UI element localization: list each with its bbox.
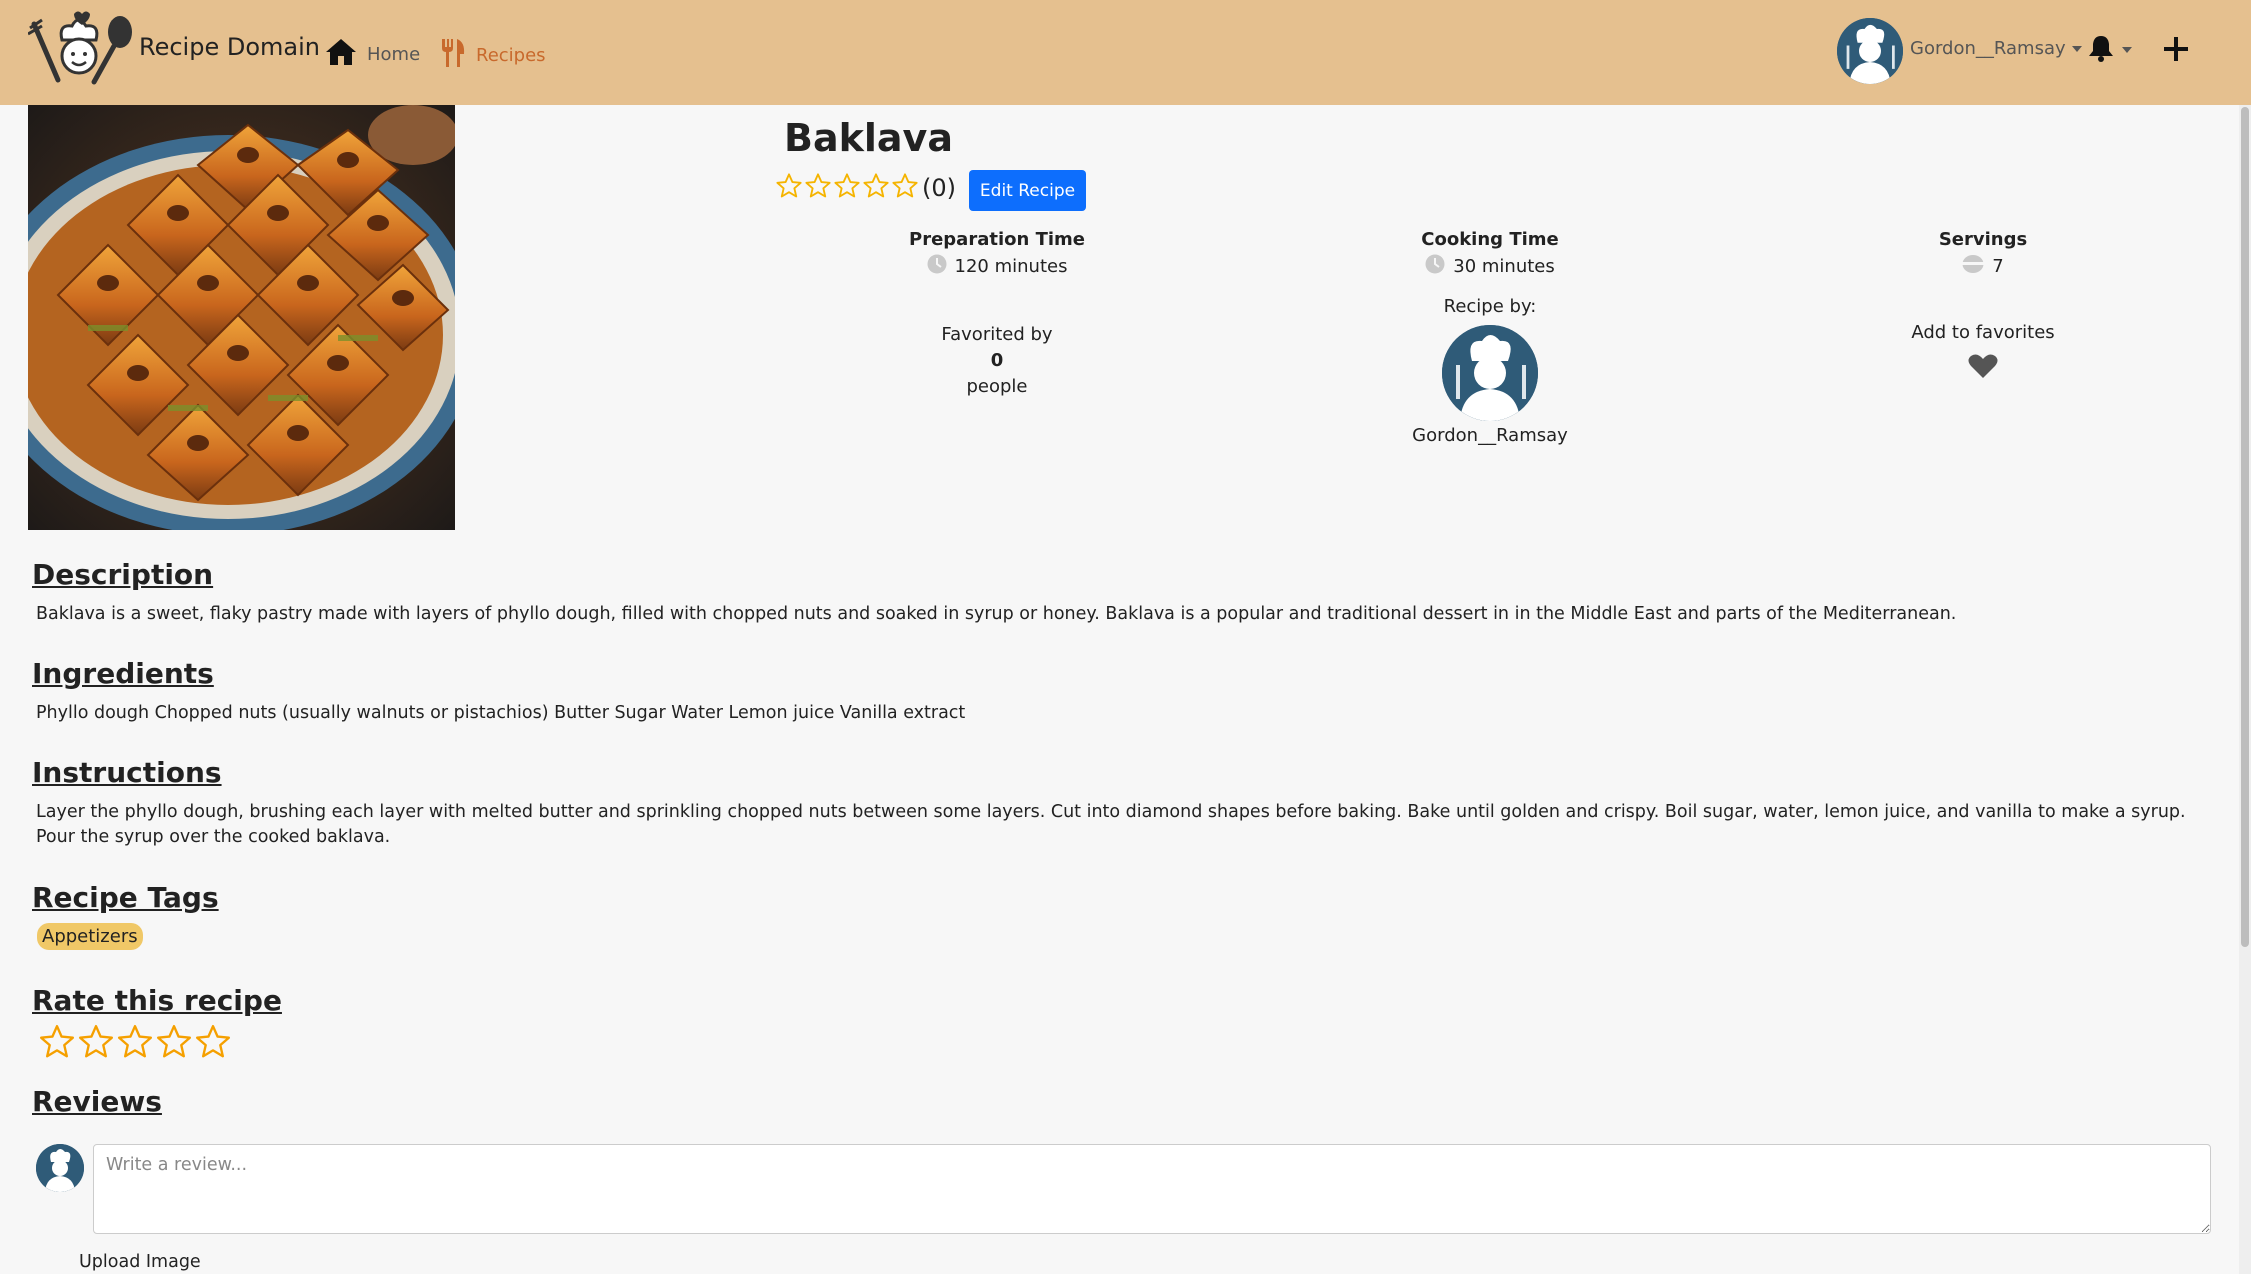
description-text: Baklava is a sweet, flaky pastry made wi… <box>36 604 1957 624</box>
tag-appetizers[interactable]: Appetizers <box>37 923 143 950</box>
bell-icon <box>2088 34 2114 66</box>
reviews-heading: Reviews <box>32 1085 162 1118</box>
star-outline-icon[interactable] <box>38 1023 76 1065</box>
chevron-down-icon <box>2071 45 2082 52</box>
cook-time: Cooking Time 30 minutes <box>1390 229 1590 279</box>
scrollbar-thumb[interactable] <box>2241 107 2249 947</box>
page-scrollbar[interactable] <box>2239 105 2251 1274</box>
ingredients-text: Phyllo dough Chopped nuts (usually walnu… <box>36 703 966 723</box>
upload-image-label[interactable]: Upload Image <box>79 1252 201 1272</box>
edit-recipe-button[interactable]: Edit Recipe <box>969 170 1086 211</box>
star-outline-icon[interactable] <box>155 1023 193 1065</box>
plus-icon <box>2160 37 2192 74</box>
prep-time-value: 120 minutes <box>954 256 1068 277</box>
brand-name[interactable]: Recipe Domain <box>139 33 320 61</box>
heart-icon[interactable] <box>1968 353 1998 384</box>
ingredients-heading: Ingredients <box>32 657 214 690</box>
star-outline-icon <box>862 172 890 204</box>
rating-count: (0) <box>922 174 956 202</box>
prep-time: Preparation Time 120 minutes <box>897 229 1097 279</box>
utensils-icon <box>440 38 466 73</box>
chef-logo-icon[interactable] <box>27 10 138 90</box>
star-outline-icon[interactable] <box>194 1023 232 1065</box>
user-menu-toggle[interactable]: Gordon__Ramsay <box>1910 38 2082 59</box>
favorited-count: 0 <box>990 350 1004 371</box>
servings-label: Servings <box>1938 229 2028 250</box>
nav-home-label: Home <box>367 44 421 65</box>
star-outline-icon <box>891 172 919 204</box>
recipe-image <box>28 105 455 530</box>
tags-heading: Recipe Tags <box>32 881 219 914</box>
recipe-title: Baklava <box>784 116 953 160</box>
clock-icon <box>927 254 947 279</box>
cook-time-value: 30 minutes <box>1453 256 1555 277</box>
add-recipe-button[interactable] <box>2160 28 2192 74</box>
recipe-by-label: Recipe by: <box>1443 296 1537 317</box>
instructions-text: Layer the phyllo dough, brushing each la… <box>36 802 2186 847</box>
plate-icon <box>1962 254 1985 279</box>
favorited-by: Favorited by 0 people <box>897 322 1097 400</box>
reviewer-avatar <box>36 1144 84 1192</box>
servings-value: 7 <box>1992 256 2004 277</box>
star-outline-icon <box>833 172 861 204</box>
star-outline-icon <box>775 172 803 204</box>
chevron-down-icon <box>2122 47 2132 53</box>
nav-home-link[interactable]: Home <box>325 38 420 71</box>
user-name-label: Gordon__Ramsay <box>1910 38 2066 59</box>
favorited-suffix: people <box>966 376 1028 397</box>
cook-time-label: Cooking Time <box>1421 229 1559 250</box>
notifications-toggle[interactable] <box>2088 34 2132 66</box>
rate-heading: Rate this recipe <box>32 984 282 1017</box>
clock-icon <box>1425 254 1445 279</box>
instructions-heading: Instructions <box>32 756 222 789</box>
nav-recipes-label: Recipes <box>476 45 546 66</box>
favorited-by-label: Favorited by <box>941 324 1053 345</box>
star-outline-icon[interactable] <box>116 1023 154 1065</box>
servings: Servings 7 <box>1883 229 2083 279</box>
description-heading: Description <box>32 558 214 591</box>
add-favorites: Add to favorites <box>1883 322 2083 384</box>
user-avatar[interactable] <box>1837 18 1903 84</box>
navbar: Recipe Domain Home Recipes Gordon__Ramsa… <box>0 0 2251 105</box>
home-icon <box>325 38 357 71</box>
nav-recipes-link[interactable]: Recipes <box>440 38 546 73</box>
recipe-rating: (0) <box>775 172 956 204</box>
author-name[interactable]: Gordon__Ramsay <box>1390 425 1590 446</box>
add-favorites-label: Add to favorites <box>1911 322 2055 343</box>
review-input[interactable] <box>93 1144 2211 1234</box>
star-outline-icon[interactable] <box>77 1023 115 1065</box>
star-outline-icon <box>804 172 832 204</box>
rate-stars <box>38 1023 232 1065</box>
prep-time-label: Preparation Time <box>909 229 1085 250</box>
author-avatar[interactable] <box>1442 325 1538 421</box>
recipe-author: Recipe by: Gordon__Ramsay <box>1390 296 1590 446</box>
